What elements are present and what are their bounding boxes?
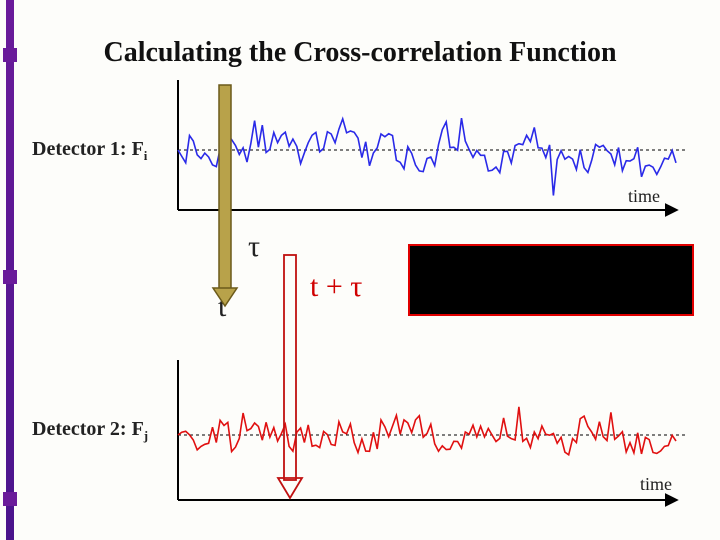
marker-t-plus-tau <box>278 255 302 498</box>
diagram-svg <box>0 0 720 540</box>
plot2-axes <box>178 360 688 500</box>
plot1-axes <box>178 80 688 210</box>
signal-1 <box>178 118 676 195</box>
signal-2 <box>178 407 676 455</box>
marker-t <box>213 85 237 306</box>
